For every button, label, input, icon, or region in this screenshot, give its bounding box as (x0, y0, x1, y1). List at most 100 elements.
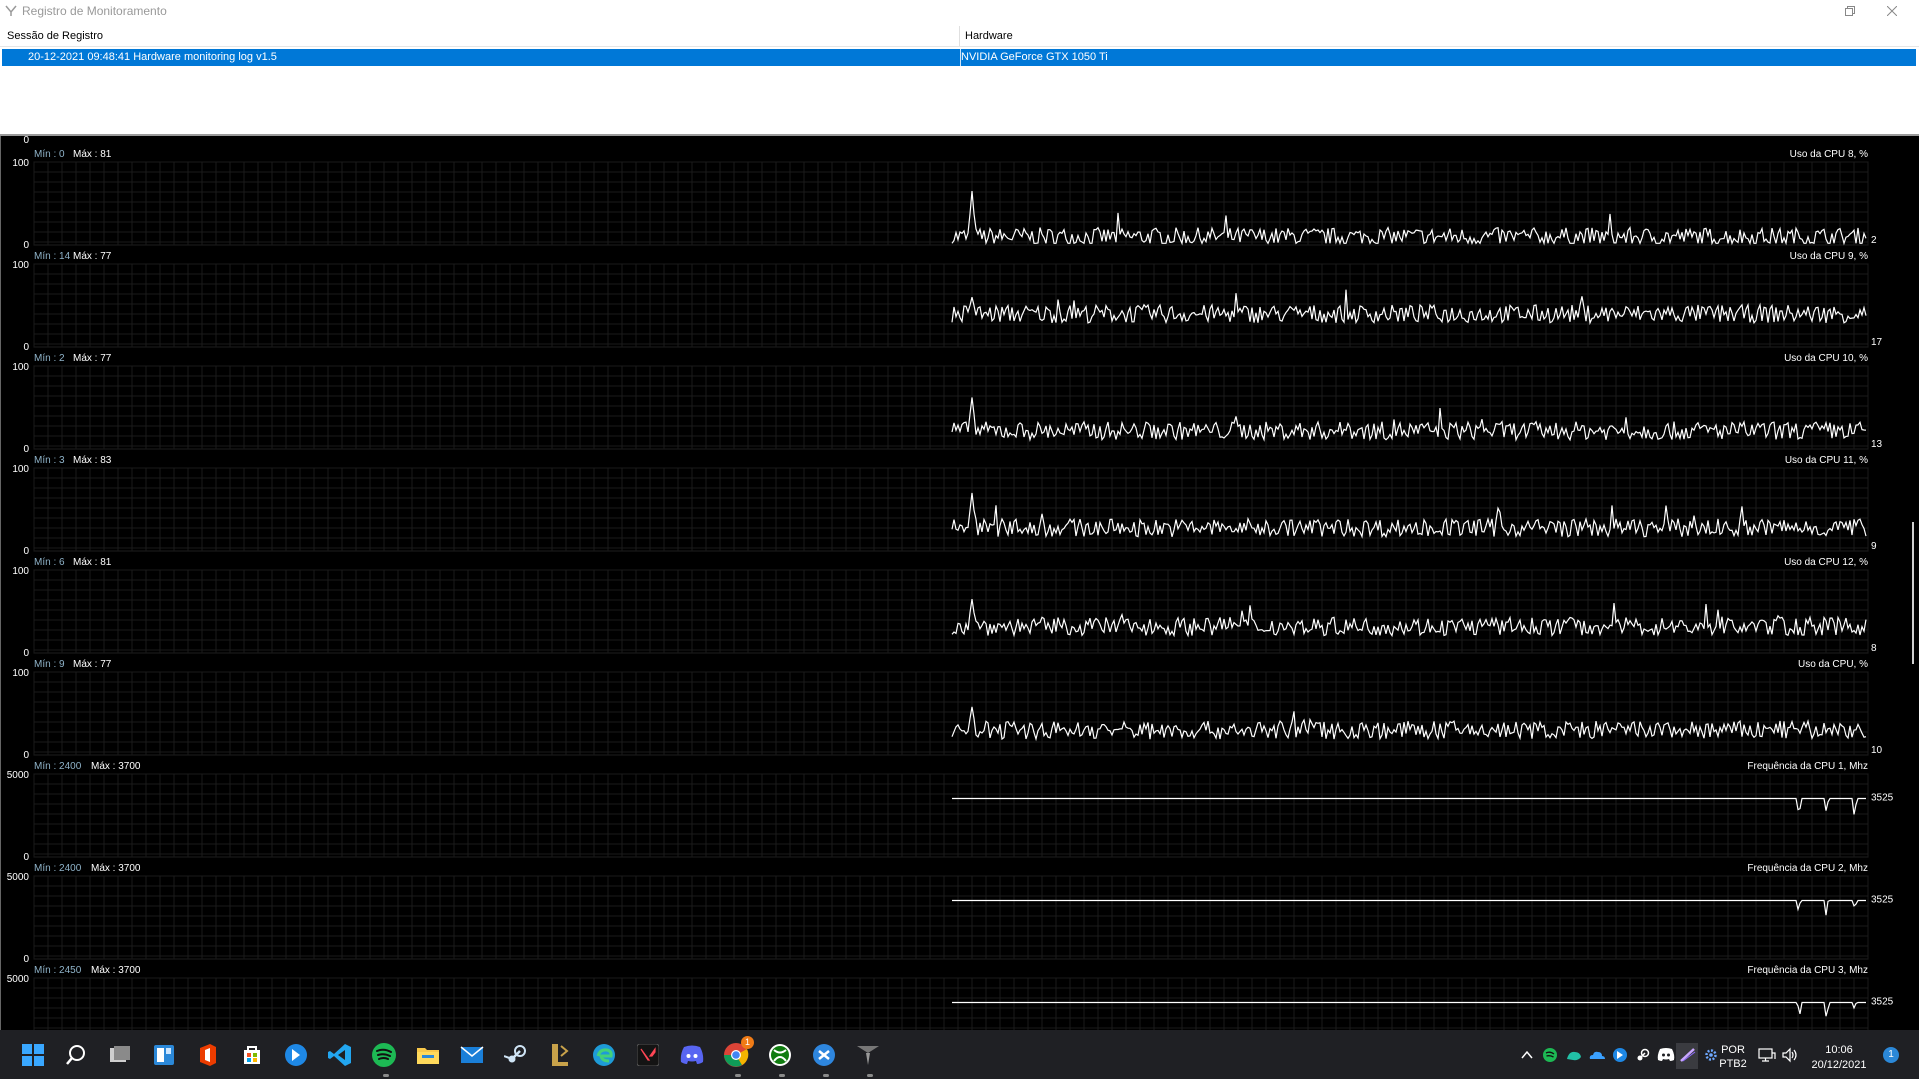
graph-max-label: Máx : 3700 (91, 761, 141, 772)
axis-bottom-label: 0 (23, 136, 29, 146)
steam-icon[interactable] (501, 1040, 531, 1070)
file-explorer-icon[interactable] (413, 1040, 443, 1070)
start-icon[interactable] (18, 1040, 48, 1070)
office-icon[interactable] (193, 1040, 223, 1070)
graph-title: Uso da CPU 9, % (1790, 251, 1868, 262)
graph-plot-area (33, 671, 1869, 756)
language-code: POR (1721, 1044, 1745, 1056)
clock[interactable]: 10:06 20/12/2021 (1808, 1044, 1870, 1071)
graph-plot-area (33, 263, 1869, 348)
chrome-notification-badge: 1 (741, 1036, 754, 1049)
task-view-icon[interactable] (105, 1040, 135, 1070)
widgets-icon[interactable] (149, 1040, 179, 1070)
column-header-hardware[interactable]: Hardware (965, 30, 1013, 42)
restore-button[interactable] (1830, 0, 1870, 22)
discord-icon[interactable] (677, 1040, 707, 1070)
graph-plot-area (33, 773, 1869, 858)
notification-center-badge[interactable]: 1 (1883, 1047, 1899, 1063)
column-divider[interactable] (959, 26, 960, 46)
axis-top-label: 5000 (7, 872, 30, 883)
afterburner-icon[interactable] (853, 1040, 883, 1070)
graph-min-label: Mín : 9 (34, 659, 65, 670)
restore-icon (1845, 6, 1855, 16)
discord-tray-icon[interactable] (1657, 1047, 1675, 1063)
session-row[interactable]: 20-12-2021 09:48:41 Hardware monitoring … (2, 49, 1916, 66)
graph-title: Uso da CPU 10, % (1784, 353, 1868, 364)
edge-icon[interactable] (589, 1040, 619, 1070)
game-launcher-icon[interactable] (545, 1040, 575, 1070)
axis-bottom-label: 0 (23, 648, 29, 659)
steam-tray-icon[interactable] (1634, 1047, 1652, 1063)
running-indicator (779, 1074, 785, 1077)
graph-current-value: 13 (1871, 439, 1883, 450)
graph-min-label: Mín : 2400 (34, 761, 82, 772)
axis-bottom-label: 0 (23, 852, 29, 863)
graph-max-label: Máx : 77 (73, 353, 112, 364)
graph-border (0, 136, 1, 1030)
graph-plot-area (33, 467, 1869, 552)
chrome-icon[interactable]: 1 (721, 1036, 754, 1070)
volume-icon[interactable] (1781, 1047, 1799, 1063)
valorant-icon[interactable] (633, 1040, 663, 1070)
app-icon (5, 5, 17, 16)
column-header-session[interactable]: Sessão de Registro (7, 30, 103, 42)
pen-tray-icon[interactable] (1679, 1047, 1697, 1063)
network-icon[interactable] (1758, 1047, 1776, 1063)
graph-min-label: Mín : 2450 (34, 965, 82, 976)
graph-max-label: Máx : 83 (73, 455, 112, 466)
axis-top-label: 100 (12, 158, 29, 169)
axis-bottom-label: 0 (23, 240, 29, 251)
spotify-icon[interactable] (369, 1040, 399, 1070)
show-hidden-icons-icon[interactable] (1518, 1047, 1536, 1063)
graph-current-value: 3525 (1871, 792, 1894, 803)
axis-top-label: 100 (12, 464, 29, 475)
session-name: 20-12-2021 09:48:41 Hardware monitoring … (28, 51, 277, 63)
graph-title: Frequência da CPU 2, Mhz (1747, 863, 1868, 874)
running-indicator (383, 1074, 389, 1077)
axis-top-label: 100 (12, 566, 29, 577)
axis-bottom-label: 0 (23, 546, 29, 557)
keyboard-layout: PTB2 (1719, 1058, 1747, 1070)
running-indicator (735, 1074, 741, 1077)
mail-icon[interactable] (457, 1040, 487, 1070)
graph-min-label: Mín : 6 (34, 557, 65, 568)
running-indicator (867, 1074, 873, 1077)
store-icon[interactable] (237, 1040, 267, 1070)
graph-title: Uso da CPU, % (1798, 659, 1868, 670)
axis-bottom-label: 0 (23, 750, 29, 761)
axis-bottom-label: 0 (23, 444, 29, 455)
session-list: Sessão de Registro Hardware 20-12-2021 0… (0, 22, 1919, 136)
language-indicator[interactable]: POR PTB2 (1718, 1044, 1748, 1070)
bluestacks-x-icon[interactable] (809, 1040, 839, 1070)
scrollbar-thumb[interactable] (1912, 522, 1914, 664)
axis-top-label: 5000 (7, 770, 30, 781)
graph-current-value: 3525 (1871, 996, 1894, 1007)
axis-top-label: 100 (12, 668, 29, 679)
search-icon[interactable] (61, 1040, 91, 1070)
graph-current-value: 2 (1871, 235, 1877, 246)
graph-title: Frequência da CPU 1, Mhz (1747, 761, 1868, 772)
graph-max-label: Máx : 77 (73, 659, 112, 670)
axis-bottom-label: 0 (23, 954, 29, 965)
network-sync-tray-icon[interactable] (1565, 1047, 1583, 1063)
title-bar: Registro de Monitoramento (0, 0, 1919, 22)
bluestacks-tray-icon[interactable] (1611, 1047, 1629, 1063)
onedrive-tray-icon[interactable] (1588, 1047, 1606, 1063)
graph-current-value: 10 (1871, 745, 1883, 756)
graph-current-value: 8 (1871, 643, 1877, 654)
graph-min-label: Mín : 2400 (34, 863, 82, 874)
graph-current-value: 17 (1871, 337, 1883, 348)
graph-max-label: Máx : 81 (73, 557, 112, 568)
axis-bottom-label: 0 (23, 342, 29, 353)
graph-plot-area (33, 365, 1869, 450)
bluestacks-icon[interactable] (281, 1040, 311, 1070)
spotify-tray-icon[interactable] (1541, 1047, 1559, 1063)
session-list-header: Sessão de Registro Hardware (0, 24, 1919, 47)
graph-plot-area (33, 569, 1869, 654)
vscode-icon[interactable] (325, 1040, 355, 1070)
close-button[interactable] (1872, 0, 1912, 22)
graph-plot-area (33, 977, 1869, 1030)
xbox-icon[interactable] (765, 1040, 795, 1070)
window-title: Registro de Monitoramento (22, 4, 167, 18)
graph-min-label: Mín : 2 (34, 353, 65, 364)
